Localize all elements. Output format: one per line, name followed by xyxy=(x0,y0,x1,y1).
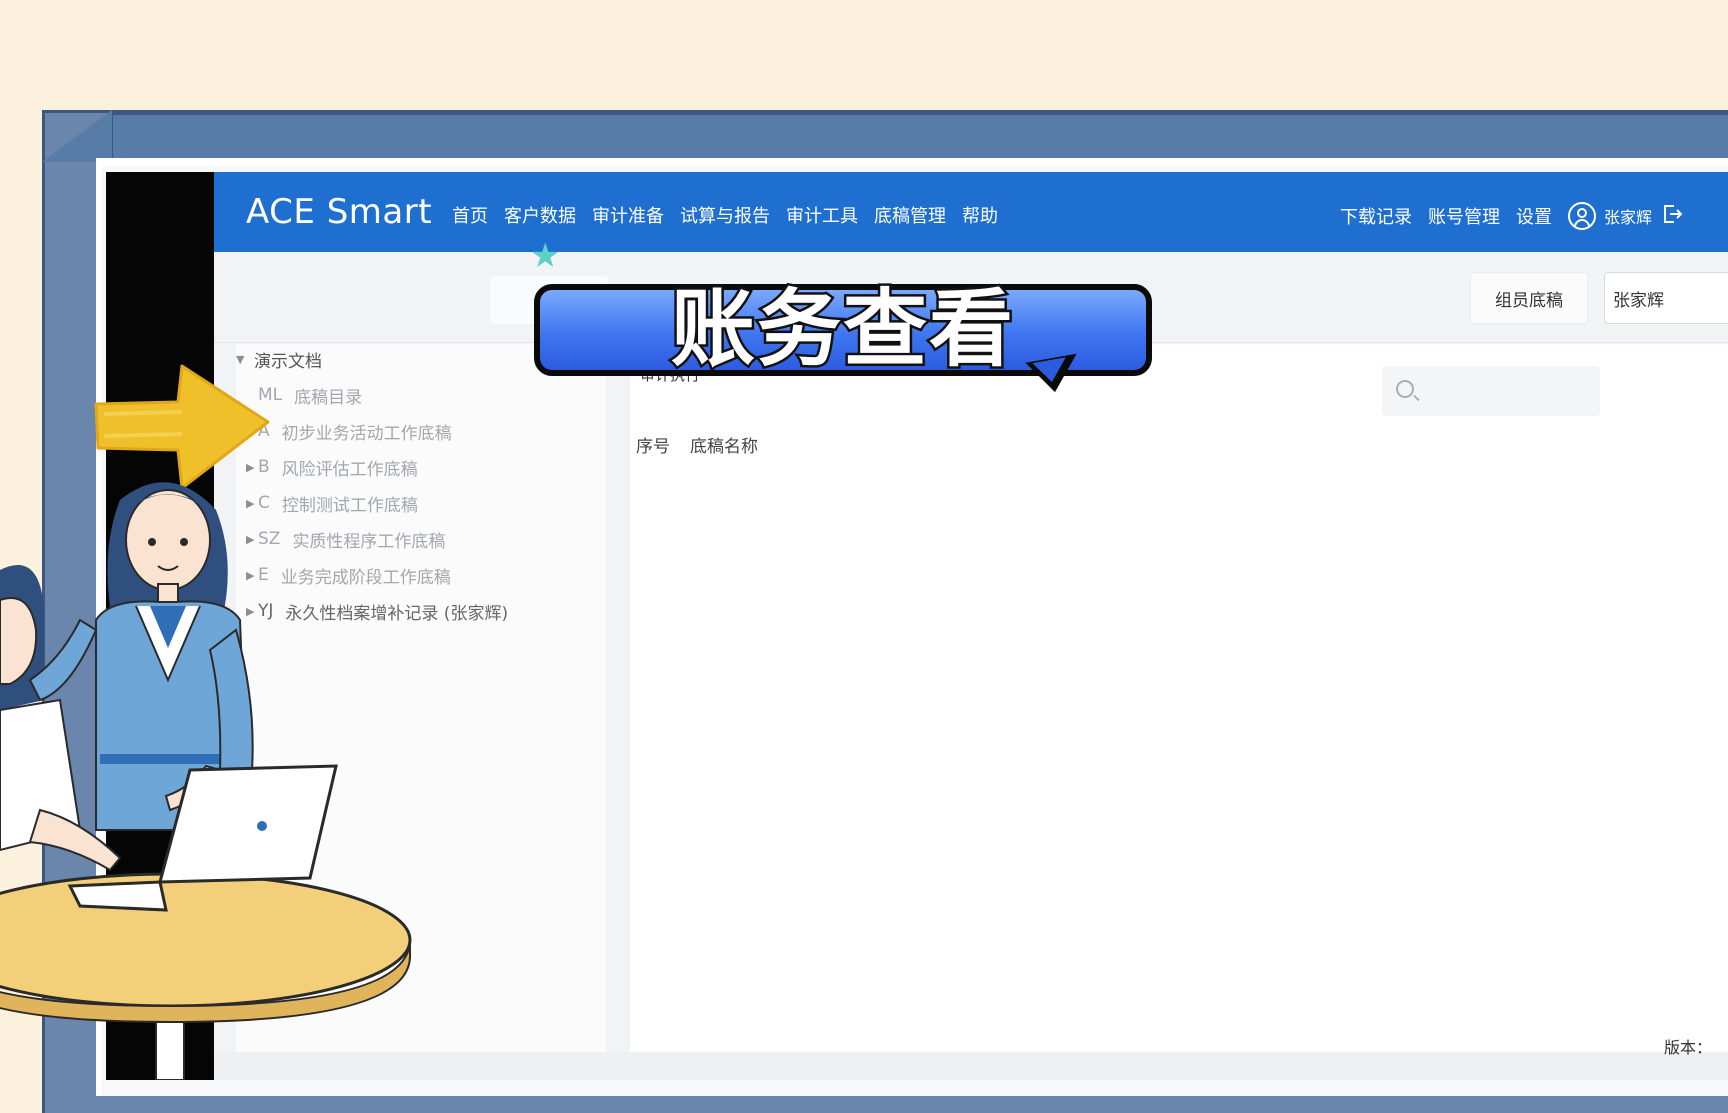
main-nav: 首页 客户数据 审计准备 试算与报告 审计工具 底稿管理 帮助 xyxy=(452,202,998,228)
tree-item-label: 底稿目录 xyxy=(294,387,363,408)
user-select[interactable]: 张家辉 xyxy=(1604,272,1728,324)
tree-item-label: 初步业务活动工作底稿 xyxy=(281,423,452,444)
nav-audit-prep[interactable]: 审计准备 xyxy=(592,202,664,228)
tree-item-a[interactable]: A 初步业务活动工作底稿 xyxy=(258,416,452,446)
brand-logo[interactable]: ACE Smart xyxy=(246,192,432,232)
nav-trial-report[interactable]: 试算与报告 xyxy=(680,202,770,228)
version-label: 版本： xyxy=(1664,1038,1713,1057)
nav-workpaper-manage[interactable]: 底稿管理 xyxy=(874,202,946,228)
top-nav-bar: ACE Smart 首页 客户数据 审计准备 试算与报告 审计工具 底稿管理 帮… xyxy=(214,172,1728,252)
nav-download-records[interactable]: 下载记录 xyxy=(1340,203,1412,229)
monitor-frame-corner xyxy=(42,110,112,162)
caption-text: 账务查看 xyxy=(668,278,1015,381)
nav-client-data[interactable]: 客户数据 xyxy=(504,202,576,228)
member-workpaper-button[interactable]: 组员底稿 xyxy=(1470,272,1588,324)
column-header-index[interactable]: 序号 xyxy=(636,432,670,457)
content-panel: 审计执行 序号 底稿名称 xyxy=(630,344,1728,1062)
column-header-name[interactable]: 底稿名称 xyxy=(690,432,758,457)
monitor-frame-top xyxy=(110,112,1728,161)
user-name[interactable]: 张家辉 xyxy=(1604,204,1652,228)
nav-account-manage[interactable]: 账号管理 xyxy=(1428,203,1500,229)
nav-help[interactable]: 帮助 xyxy=(962,202,998,228)
nav-audit-tools[interactable]: 审计工具 xyxy=(786,202,858,228)
right-nav: 下载记录 账号管理 设置 张家辉 xyxy=(1340,202,1684,230)
people-illustration xyxy=(0,470,420,1084)
star-icon: ★ xyxy=(530,236,561,276)
search-input[interactable] xyxy=(1382,366,1600,416)
search-icon xyxy=(1396,380,1414,398)
nav-settings[interactable]: 设置 xyxy=(1516,203,1552,229)
user-avatar-icon[interactable] xyxy=(1568,202,1596,230)
logout-icon[interactable] xyxy=(1660,202,1684,230)
table-header: 序号 底稿名称 xyxy=(636,432,758,457)
tree-item-ml[interactable]: ML 底稿目录 xyxy=(258,380,362,410)
nav-home[interactable]: 首页 xyxy=(452,202,488,228)
footer-bar xyxy=(214,1052,1728,1080)
